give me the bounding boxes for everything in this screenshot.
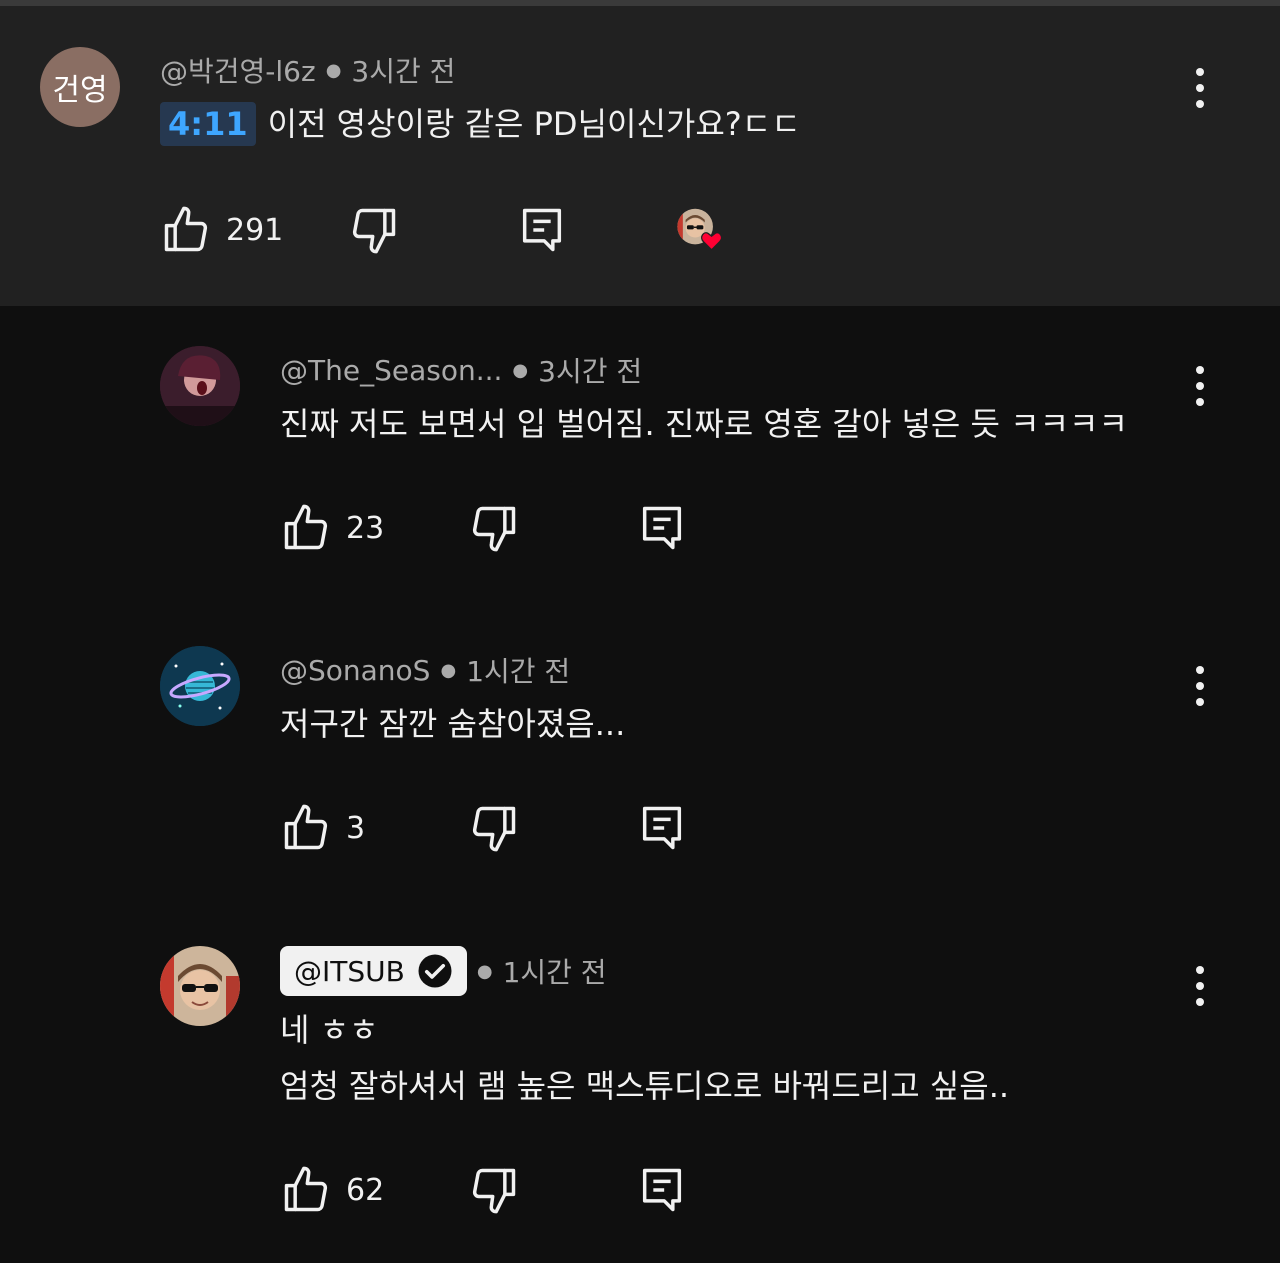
heart-icon (701, 232, 723, 251)
creator-reply: @ITSUB ● 1시간 전 네 ㅎㅎ 엄청 잘하셔서 램 높은 맥스튜디오로 … (0, 906, 1280, 1263)
like-count: 23 (346, 510, 385, 546)
comment-body-line-1: 네 ㅎㅎ (280, 1011, 379, 1049)
avatar[interactable]: 건영 (40, 47, 120, 127)
dislike-button[interactable] (468, 1160, 520, 1220)
separator-dot: ● (476, 960, 493, 982)
comment-reply: @The_Season... ● 3시간 전 진짜 저도 보면서 입 벌어짐. … (0, 306, 1280, 606)
separator-dot: ● (440, 659, 457, 681)
comment-meta: @박건영-l6z ● 3시간 전 (160, 50, 455, 90)
comment-text: 4:11 이전 영상이랑 같은 PD님이신가요?ㄷㄷ (160, 96, 801, 152)
more-options-button[interactable] (1180, 956, 1220, 1016)
reply-icon (642, 1168, 682, 1212)
avatar-image (160, 346, 240, 426)
timestamp-link[interactable]: 4:11 (160, 102, 256, 146)
like-button[interactable]: 3 (280, 798, 365, 858)
thumbs-up-icon (284, 504, 328, 550)
reply-button[interactable] (636, 498, 688, 558)
comment-time[interactable]: 1시간 전 (503, 951, 607, 991)
comment-meta: @ITSUB ● 1시간 전 (280, 946, 607, 996)
creator-heart (676, 200, 728, 260)
more-vert-icon (1196, 966, 1204, 974)
comment-meta: @The_Season... ● 3시간 전 (280, 350, 642, 390)
thumbs-down-icon (472, 506, 516, 552)
like-button[interactable]: 291 (160, 200, 283, 260)
more-options-button[interactable] (1180, 58, 1220, 118)
dislike-button[interactable] (348, 200, 400, 260)
reply-icon (642, 806, 682, 850)
thumbs-up-icon (164, 206, 208, 252)
avatar[interactable] (160, 946, 240, 1026)
comment-body: 진짜 저도 보면서 입 벌어짐. 진짜로 영혼 갈아 넣은 듯 ㅋㅋㅋㅋ (280, 405, 1128, 443)
comment-actions: 23 (280, 498, 700, 558)
comment-actions: 291 (160, 200, 780, 260)
like-button[interactable]: 62 (280, 1160, 384, 1220)
avatar-image (160, 646, 240, 726)
avatar-image (160, 946, 240, 1026)
separator-dot: ● (325, 59, 342, 81)
comment-reply: @SonanoS ● 1시간 전 저구간 잠깐 숨참아졌음... 3 (0, 606, 1280, 906)
comment-time[interactable]: 3시간 전 (538, 350, 642, 390)
like-count: 62 (346, 1172, 385, 1208)
comment-author[interactable]: @박건영-l6z (160, 50, 316, 90)
comment-time[interactable]: 3시간 전 (351, 50, 455, 90)
avatar[interactable] (160, 646, 240, 726)
reply-button[interactable] (636, 1160, 688, 1220)
reply-icon (642, 506, 682, 550)
thumbs-down-icon (352, 208, 396, 254)
reply-button[interactable] (516, 200, 568, 260)
reply-icon (522, 208, 562, 252)
comment-body: 저구간 잠깐 숨참아졌음... (280, 705, 626, 743)
thumbs-up-icon (284, 804, 328, 850)
highlighted-comment: 건영 @박건영-l6z ● 3시간 전 4:11 이전 영상이랑 같은 PD님이신… (0, 6, 1280, 306)
creator-handle-badge[interactable]: @ITSUB (280, 946, 467, 996)
separator-dot: ● (512, 359, 529, 381)
comment-author[interactable]: @SonanoS (280, 654, 430, 687)
more-options-button[interactable] (1180, 356, 1220, 416)
comment-time[interactable]: 1시간 전 (466, 650, 570, 690)
more-vert-icon (1196, 366, 1204, 374)
comment-author[interactable]: @The_Season... (280, 354, 502, 387)
dislike-button[interactable] (468, 498, 520, 558)
reply-button[interactable] (636, 798, 688, 858)
more-vert-icon (1196, 68, 1204, 76)
like-button[interactable]: 23 (280, 498, 384, 558)
more-options-button[interactable] (1180, 656, 1220, 716)
avatar[interactable] (160, 346, 240, 426)
avatar-initials: 건영 (52, 73, 108, 108)
verified-check-icon (418, 954, 452, 988)
thumbs-down-icon (472, 1168, 516, 1214)
comment-author: @ITSUB (294, 954, 405, 988)
more-vert-icon (1196, 666, 1204, 674)
thumbs-down-icon (472, 806, 516, 852)
comment-meta: @SonanoS ● 1시간 전 (280, 650, 570, 690)
thumbs-up-icon (284, 1166, 328, 1212)
comment-body-line-2: 엄청 잘하셔서 램 높은 맥스튜디오로 바꿔드리고 싶음.. (280, 1067, 1010, 1105)
comment-actions: 3 (280, 798, 700, 858)
comment-actions: 62 (280, 1160, 700, 1220)
dislike-button[interactable] (468, 798, 520, 858)
like-count: 291 (226, 212, 284, 248)
creator-avatar (677, 208, 723, 251)
like-count: 3 (346, 810, 366, 846)
comment-body: 이전 영상이랑 같은 PD님이신가요?ㄷㄷ (267, 105, 801, 143)
